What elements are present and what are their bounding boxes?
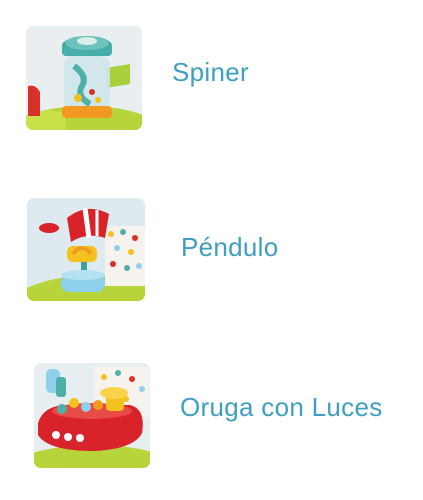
feature-label: Oruga con Luces bbox=[180, 392, 383, 422]
feature-label: Spiner bbox=[172, 57, 249, 87]
caterpillar-toy-image bbox=[34, 363, 150, 468]
feature-item-caterpillar: Oruga con Luces bbox=[0, 355, 423, 468]
feature-label: Péndulo bbox=[181, 232, 279, 262]
pendulum-toy-image bbox=[27, 198, 145, 301]
feature-item-spinner: Spiner bbox=[0, 20, 423, 130]
spinner-toy-image bbox=[26, 26, 142, 130]
feature-item-pendulum: Péndulo bbox=[0, 190, 423, 301]
